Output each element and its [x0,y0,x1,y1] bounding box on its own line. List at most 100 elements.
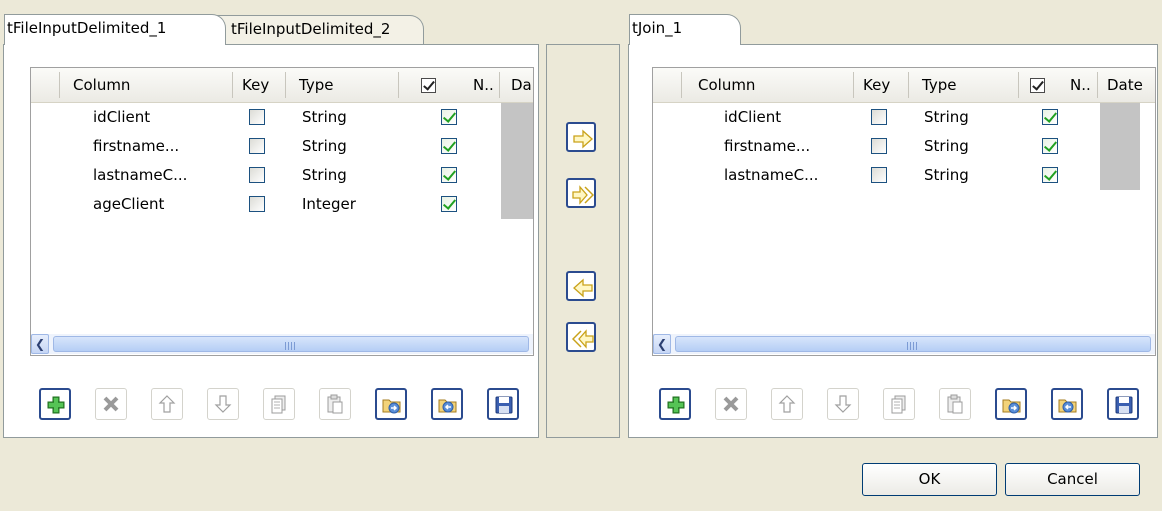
column-name-cell[interactable]: idClient [724,108,781,126]
header-nullable[interactable]: N.. [1070,76,1091,94]
header-nullable[interactable]: N.. [473,76,494,94]
delete-icon [100,393,122,419]
header-date[interactable]: Date [1107,76,1143,94]
left-table-header: Column Key Type N.. Da [31,68,533,103]
header-key[interactable]: Key [242,76,269,94]
ok-button[interactable]: OK [862,463,997,496]
scroll-left-icon[interactable]: ❮ [31,334,49,354]
type-cell[interactable]: String [302,108,347,126]
header-key[interactable]: Key [863,76,890,94]
key-checkbox[interactable] [249,109,265,125]
save-button[interactable] [1107,388,1139,420]
right-schema-table[interactable]: Column Key Type N.. Date idClient String f… [652,67,1156,356]
import-icon [381,394,403,420]
nullable-checkbox[interactable] [1042,109,1058,125]
type-cell[interactable]: String [924,166,969,184]
key-checkbox[interactable] [871,138,887,154]
left-horizontal-scrollbar[interactable]: ❮ [31,334,533,354]
table-row[interactable]: lastnameC... String [31,161,533,190]
paste-button[interactable] [319,388,351,420]
left-schema-table[interactable]: Column Key Type N.. Da idClient String fir… [30,67,534,356]
transfer-button-panel [546,44,620,438]
tab-tfileinputdelimited-1[interactable]: tFileInputDelimited_1 [4,14,226,45]
move-up-icon [776,393,798,419]
header-date[interactable]: Da [511,76,532,94]
add-button[interactable] [659,388,691,420]
table-row[interactable]: idClient String [653,103,1155,132]
nullable-checkbox[interactable] [441,138,457,154]
copy-selected-left-button[interactable] [566,271,596,301]
copy-button[interactable] [263,388,295,420]
column-name-cell[interactable]: lastnameC... [724,166,818,184]
copy-icon [268,393,290,419]
export-button[interactable] [1051,388,1083,420]
header-column[interactable]: Column [73,76,130,94]
cancel-button[interactable]: Cancel [1005,463,1140,496]
column-name-cell[interactable]: firstname... [724,137,810,155]
copy-icon [888,393,910,419]
date-pattern-cell [501,103,533,132]
copy-all-left-button[interactable] [566,322,596,352]
move-down-icon [212,393,234,419]
right-table-header: Column Key Type N.. Date [653,68,1155,103]
key-checkbox[interactable] [871,167,887,183]
key-checkbox[interactable] [249,167,265,183]
nullable-checkbox[interactable] [441,196,457,212]
import-button[interactable] [375,388,407,420]
header-type[interactable]: Type [299,76,333,94]
table-row[interactable]: firstname... String [653,132,1155,161]
date-pattern-cell [1100,132,1140,161]
copy-selected-right-button[interactable] [566,122,596,152]
table-row[interactable]: lastnameC... String [653,161,1155,190]
type-cell[interactable]: String [302,137,347,155]
table-row[interactable]: ageClient Integer [31,190,533,219]
column-name-cell[interactable]: firstname... [93,137,179,155]
header-nullable-checkbox[interactable] [421,78,436,93]
column-name-cell[interactable]: ageClient [93,195,164,213]
save-icon [493,394,515,420]
save-button[interactable] [487,388,519,420]
paste-icon [324,393,346,419]
header-column[interactable]: Column [698,76,755,94]
date-pattern-cell [1100,103,1140,132]
tab-tfileinputdelimited-2[interactable]: tFileInputDelimited_2 [214,15,424,45]
import-button[interactable] [995,388,1027,420]
type-cell[interactable]: String [924,137,969,155]
nullable-checkbox[interactable] [1042,138,1058,154]
key-checkbox[interactable] [249,138,265,154]
scroll-left-icon[interactable]: ❮ [653,334,671,354]
nullable-checkbox[interactable] [1042,167,1058,183]
date-pattern-cell [501,161,533,190]
tab-tjoin-1[interactable]: tJoin_1 [629,14,741,45]
delete-button[interactable] [715,388,747,420]
column-name-cell[interactable]: idClient [93,108,150,126]
table-row[interactable]: idClient String [31,103,533,132]
move-down-button[interactable] [207,388,239,420]
table-row[interactable]: firstname... String [31,132,533,161]
scroll-thumb[interactable] [675,336,1151,352]
add-icon [665,394,687,420]
type-cell[interactable]: Integer [302,195,356,213]
scroll-thumb[interactable] [53,336,529,352]
paste-button[interactable] [939,388,971,420]
header-type[interactable]: Type [922,76,956,94]
nullable-checkbox[interactable] [441,167,457,183]
export-icon [1057,394,1079,420]
copy-all-right-button[interactable] [566,178,596,208]
save-icon [1113,394,1135,420]
export-button[interactable] [431,388,463,420]
copy-button[interactable] [883,388,915,420]
move-down-button[interactable] [827,388,859,420]
nullable-checkbox[interactable] [441,109,457,125]
header-nullable-checkbox[interactable] [1030,78,1045,93]
type-cell[interactable]: String [302,166,347,184]
right-horizontal-scrollbar[interactable]: ❮ [653,334,1155,354]
column-name-cell[interactable]: lastnameC... [93,166,187,184]
move-up-button[interactable] [771,388,803,420]
add-button[interactable] [39,388,71,420]
move-up-button[interactable] [151,388,183,420]
type-cell[interactable]: String [924,108,969,126]
key-checkbox[interactable] [871,109,887,125]
delete-button[interactable] [95,388,127,420]
key-checkbox[interactable] [249,196,265,212]
